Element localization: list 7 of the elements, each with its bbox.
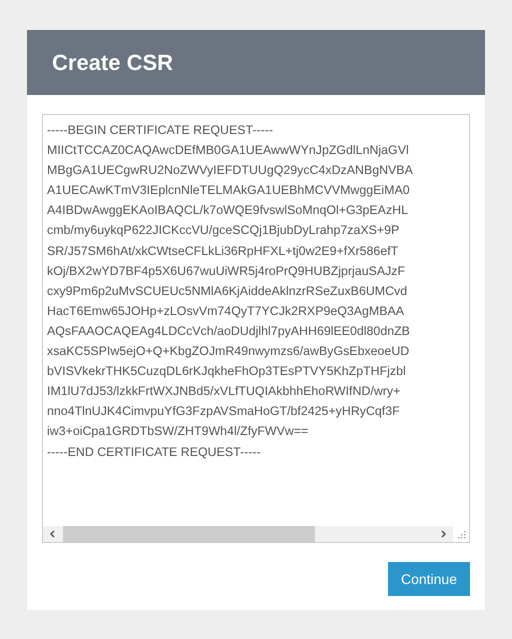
scroll-left-icon[interactable] xyxy=(49,530,57,538)
scroll-right-icon[interactable] xyxy=(439,530,447,538)
horizontal-scrollbar[interactable] xyxy=(43,526,453,542)
resize-grip-icon[interactable] xyxy=(458,531,466,539)
scrollbar-thumb[interactable] xyxy=(63,526,315,542)
csr-text-field[interactable]: -----BEGIN CERTIFICATE REQUEST----- MIICtTCCAZ0CAQAwcDEfMB0GA1UEAwwWYnJpZGdlLnNjaGVl MBgGA1UECgwRU2NoZWVyIEFDTUUgQ29ycC4xDzANBgNVBA A1UECAwKTmV3IEplcnNleTELMAkGA1UEBhMCVVMwggEiMA0 A4IBDwAwggEKAoIBAQCL/k7oWQE9fvswlSoMnqOl+G3pEAzHL cmb/my6uykqP622JICKccVU/gceSCQj1BjubDyLrahp7zaXS+9P SR/J57SM6hAt/xkCWtseCFLkLi36RpHFXL+tj0w2E9+fXr586efT kOj/BX2wYD7BF4p5X6U67wuUiWR5j4roPrQ9HUBZjprjauSAJzF cxy9Pm6p2uMvSCUEUc5NMlA6KjAiddeAklnzrRSeZuxB6UMCvd HacT6Emw65JOHp+zLOsvVm74QyT7YCJk2RXP9eQ3AgMBAA AQsFAAOCAQEAg4LDCcVch/aoDUdjlhl7pyAHH69lEE0dl80dnZB xsaKC5SPIw5ejO+Q+KbgZOJmR49nwymzs6/awByGsEbxeoeUD bVISVkekrTHK5CuzqDL6rKJqkheFhOp3TEsPTVY5KhZpTHFjzbl IM1lU7dJ53/lzkkFrtWXJNBd5/xVLfTUQIAkbhhEhoRWIfND/wry+ nno4TlnUJK4CimvpuYfG3FzpAVSmaHoGT/bf2425+yHRyCqf3F iw3+oiCpa1GRDTbSW/ZHT9Wh4l/ZfyFWVw== -----END CERTIFICATE REQUEST----- xyxy=(42,114,470,543)
dialog-title: Create CSR xyxy=(52,50,174,76)
